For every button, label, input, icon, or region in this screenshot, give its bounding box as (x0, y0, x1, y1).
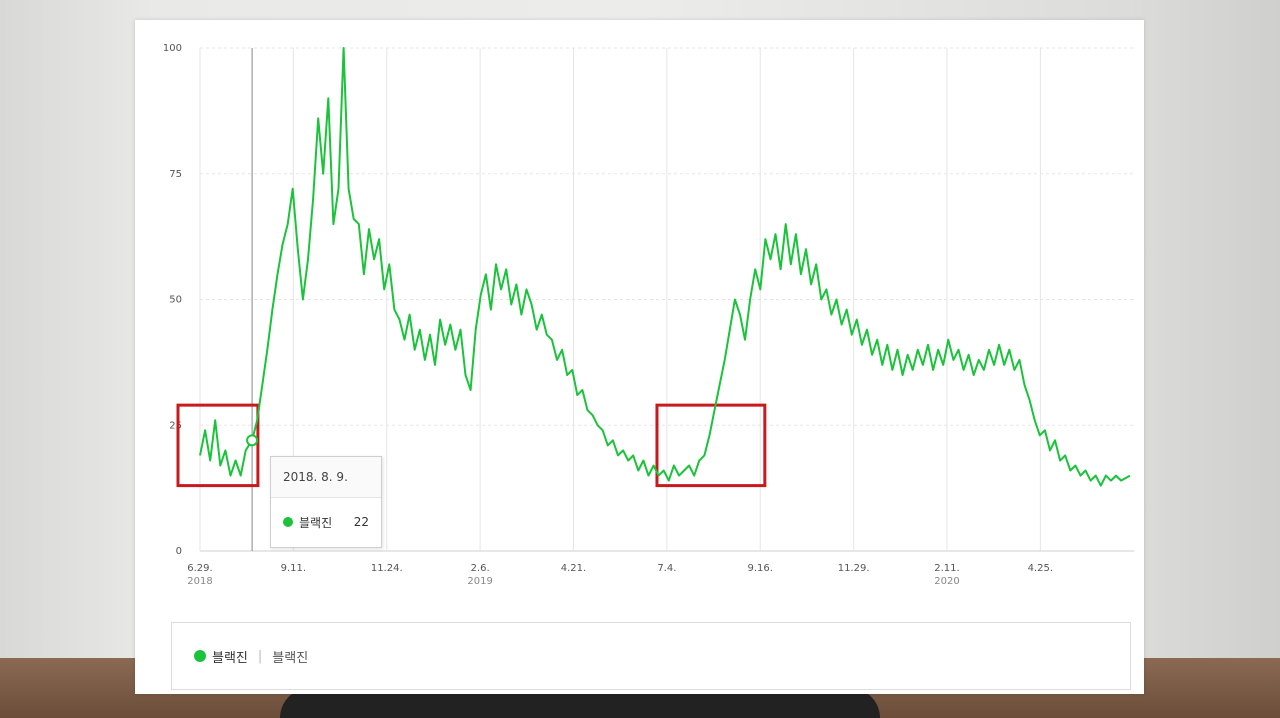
x-tick-label: 7.4. (657, 563, 676, 574)
x-tick-year: 2020 (934, 576, 959, 587)
chart-legend: 블랙진 | 블랙진 (171, 622, 1131, 690)
x-tick-label: 4.21. (561, 563, 586, 574)
x-tick-label: 6.29. (187, 563, 212, 574)
tooltip-date: 2018. 8. 9. (271, 457, 381, 498)
tooltip-series-name: 블랙진 (299, 515, 333, 530)
y-tick-label: 100 (163, 43, 182, 54)
legend-series-label[interactable]: 블랙진 (212, 647, 248, 666)
legend-separator: | (257, 648, 263, 664)
y-tick-label: 50 (169, 295, 182, 306)
series-dot-icon (283, 517, 293, 527)
legend-series-sub: 블랙진 (272, 650, 309, 666)
hover-point-marker (246, 434, 259, 447)
x-tick-label: 11.29. (838, 563, 870, 574)
x-tick-label: 11.24. (371, 563, 403, 574)
chart-card: 0 25 50 75 100 6.29. 2018 9.11. 11.24. 2.6. 2019 4… (135, 20, 1144, 694)
series-line-blackjeans[interactable] (199, 47, 1131, 487)
x-tick-label: 9.16. (748, 563, 773, 574)
tooltip-row: 블랙진 22 (271, 498, 381, 546)
x-axis-ticks: 6.29. 2018 9.11. 11.24. 2.6. 2019 4.21. 7.4. 9.1… (187, 563, 1053, 587)
y-tick-label: 0 (176, 546, 182, 557)
x-tick-year: 2018 (187, 576, 212, 587)
legend-dot-icon (194, 650, 206, 662)
x-tick-label: 2.11. (934, 563, 959, 574)
y-tick-label: 25 (169, 420, 182, 431)
x-tick-year: 2019 (467, 576, 492, 587)
highlight-boxes (176, 403, 767, 488)
y-tick-label: 75 (169, 169, 182, 180)
tooltip-series-value: 22 (353, 515, 369, 529)
x-tick-label: 4.25. (1028, 563, 1053, 574)
hover-tooltip: 2018. 8. 9. 블랙진 22 (270, 456, 382, 548)
x-tick-label: 9.11. (281, 563, 306, 574)
x-tick-label: 2.6. (471, 563, 490, 574)
highlight-box (655, 403, 767, 488)
